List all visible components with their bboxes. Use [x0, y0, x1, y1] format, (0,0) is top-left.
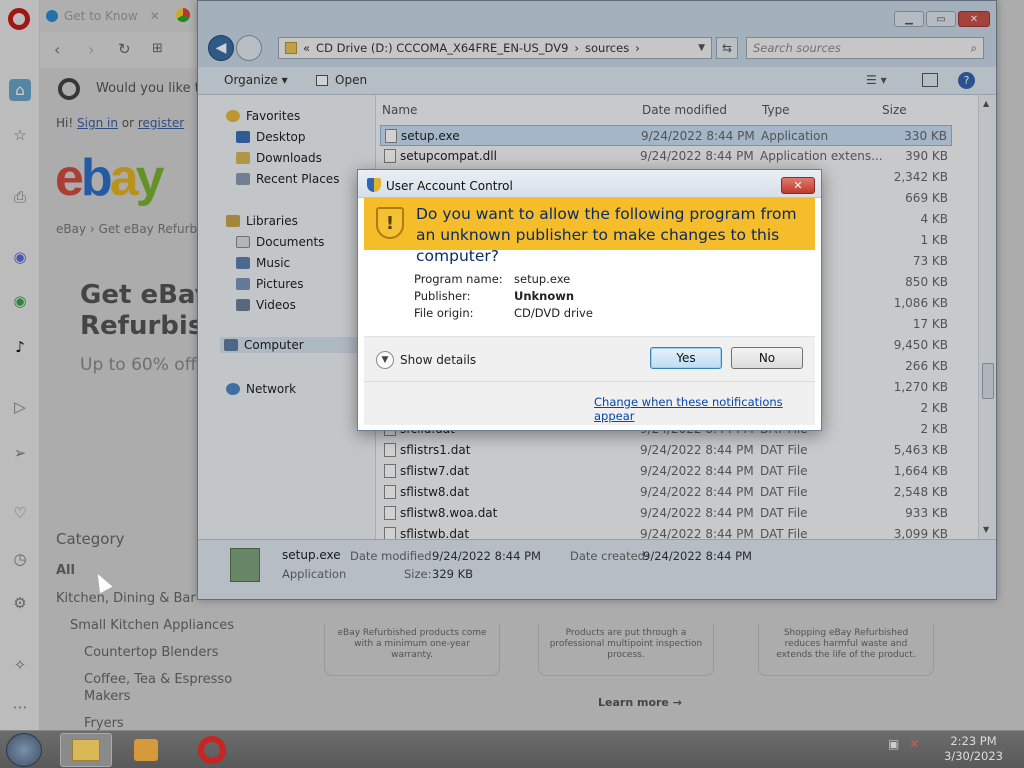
opera-icon: [198, 736, 226, 764]
uac-titlebar: User Account Control ✕: [358, 170, 821, 198]
yes-button[interactable]: Yes: [650, 347, 722, 369]
show-details-label: Show details: [400, 353, 477, 367]
clock[interactable]: 2:23 PM 3/30/2023: [944, 734, 1003, 764]
media-player-icon: [134, 739, 158, 761]
uac-close-button[interactable]: ✕: [781, 177, 815, 194]
volume-muted-icon[interactable]: ✕: [909, 737, 919, 751]
uac-shield-icon: [367, 178, 381, 192]
warning-shield-icon: !: [376, 207, 404, 239]
uac-question: Do you want to allow the following progr…: [416, 205, 797, 265]
uac-title: User Account Control: [386, 179, 513, 193]
taskbar-explorer[interactable]: [60, 733, 112, 767]
file-origin-label: File origin:: [414, 306, 474, 320]
taskbar-opera[interactable]: [186, 733, 238, 767]
chevron-down-icon: ▼: [376, 351, 394, 369]
clock-date: 3/30/2023: [944, 749, 1003, 763]
no-button[interactable]: No: [731, 347, 803, 369]
publisher-value: Unknown: [514, 289, 575, 303]
clock-time: 2:23 PM: [950, 734, 997, 748]
show-details-toggle[interactable]: ▼ Show details: [376, 351, 476, 369]
start-button[interactable]: [6, 733, 42, 767]
change-notifications-link[interactable]: Change when these notifications appear: [594, 395, 815, 423]
network-tray-icon[interactable]: ▣: [888, 737, 899, 751]
uac-footer: ▼ Show details Yes No Change when these …: [364, 337, 815, 425]
program-name-label: Program name:: [414, 272, 503, 286]
divider: [364, 381, 815, 382]
program-name-value: setup.exe: [514, 272, 571, 286]
folder-icon: [72, 739, 100, 761]
uac-warning-banner: ! Do you want to allow the following pro…: [364, 198, 815, 265]
system-tray: ▣ ✕: [888, 737, 919, 751]
taskbar-media-player[interactable]: [120, 733, 172, 767]
publisher-label: Publisher:: [414, 289, 471, 303]
uac-dialog: User Account Control ✕ ! Do you want to …: [357, 169, 822, 431]
close-icon: ✕: [793, 179, 803, 192]
file-origin-value: CD/DVD drive: [514, 306, 593, 320]
taskbar: ▣ ✕ 2:23 PM 3/30/2023: [0, 730, 1024, 768]
